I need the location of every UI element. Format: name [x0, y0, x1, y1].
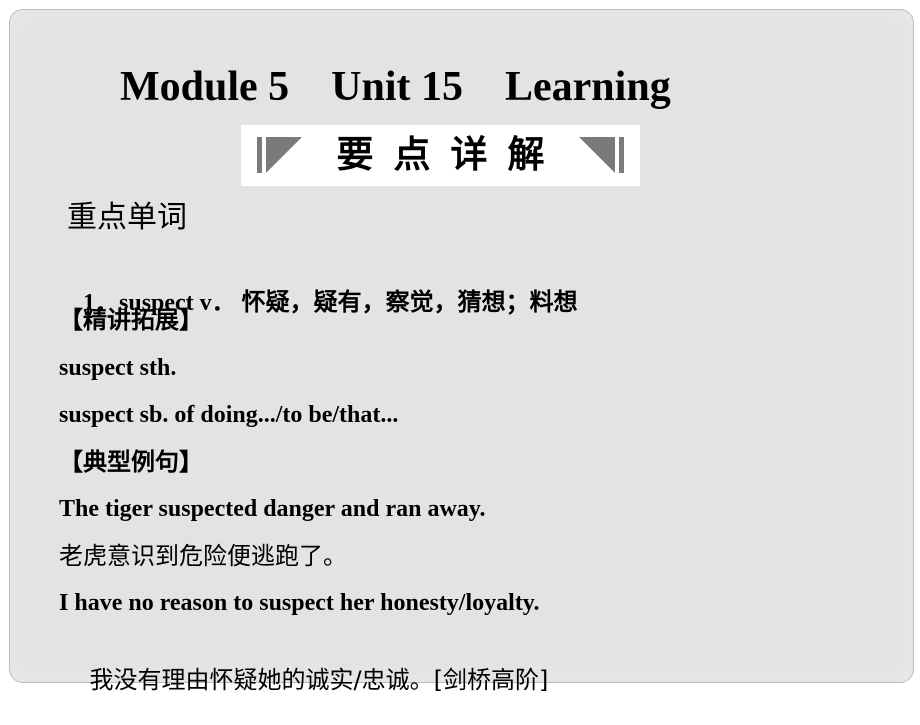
expansion-item: suspect sth.: [59, 355, 177, 381]
entry-gloss: 怀疑，疑有，察觉，猜想；料想: [241, 288, 578, 316]
slide-title: Module 5 Unit 15 Learning: [120, 64, 671, 110]
example-sentence-en: The tiger suspected danger and ran away.: [59, 496, 486, 522]
slide: Module 5 Unit 15 Learning 要点详解 重点单词 1．su…: [9, 9, 914, 694]
example-sentence-en: I have no reason to suspect her honesty/…: [59, 590, 540, 616]
expansion-label: 【精讲拓展】: [59, 306, 203, 334]
banner-triangle-right-icon: [579, 137, 615, 173]
example-sentence-zh: 老虎意识到危险便逃跑了。: [59, 542, 347, 570]
section-banner: 要点详解: [241, 125, 640, 186]
example-sentence-zh-with-source: 我没有理由怀疑她的诚实/忠诚。[剑桥高阶]: [59, 635, 549, 725]
section-heading: 重点单词: [67, 200, 187, 235]
expansion-item: suspect sb. of doing.../to be/that...: [59, 402, 399, 428]
banner-bar-right-icon: [619, 137, 624, 173]
examples-label: 【典型例句】: [59, 448, 203, 476]
